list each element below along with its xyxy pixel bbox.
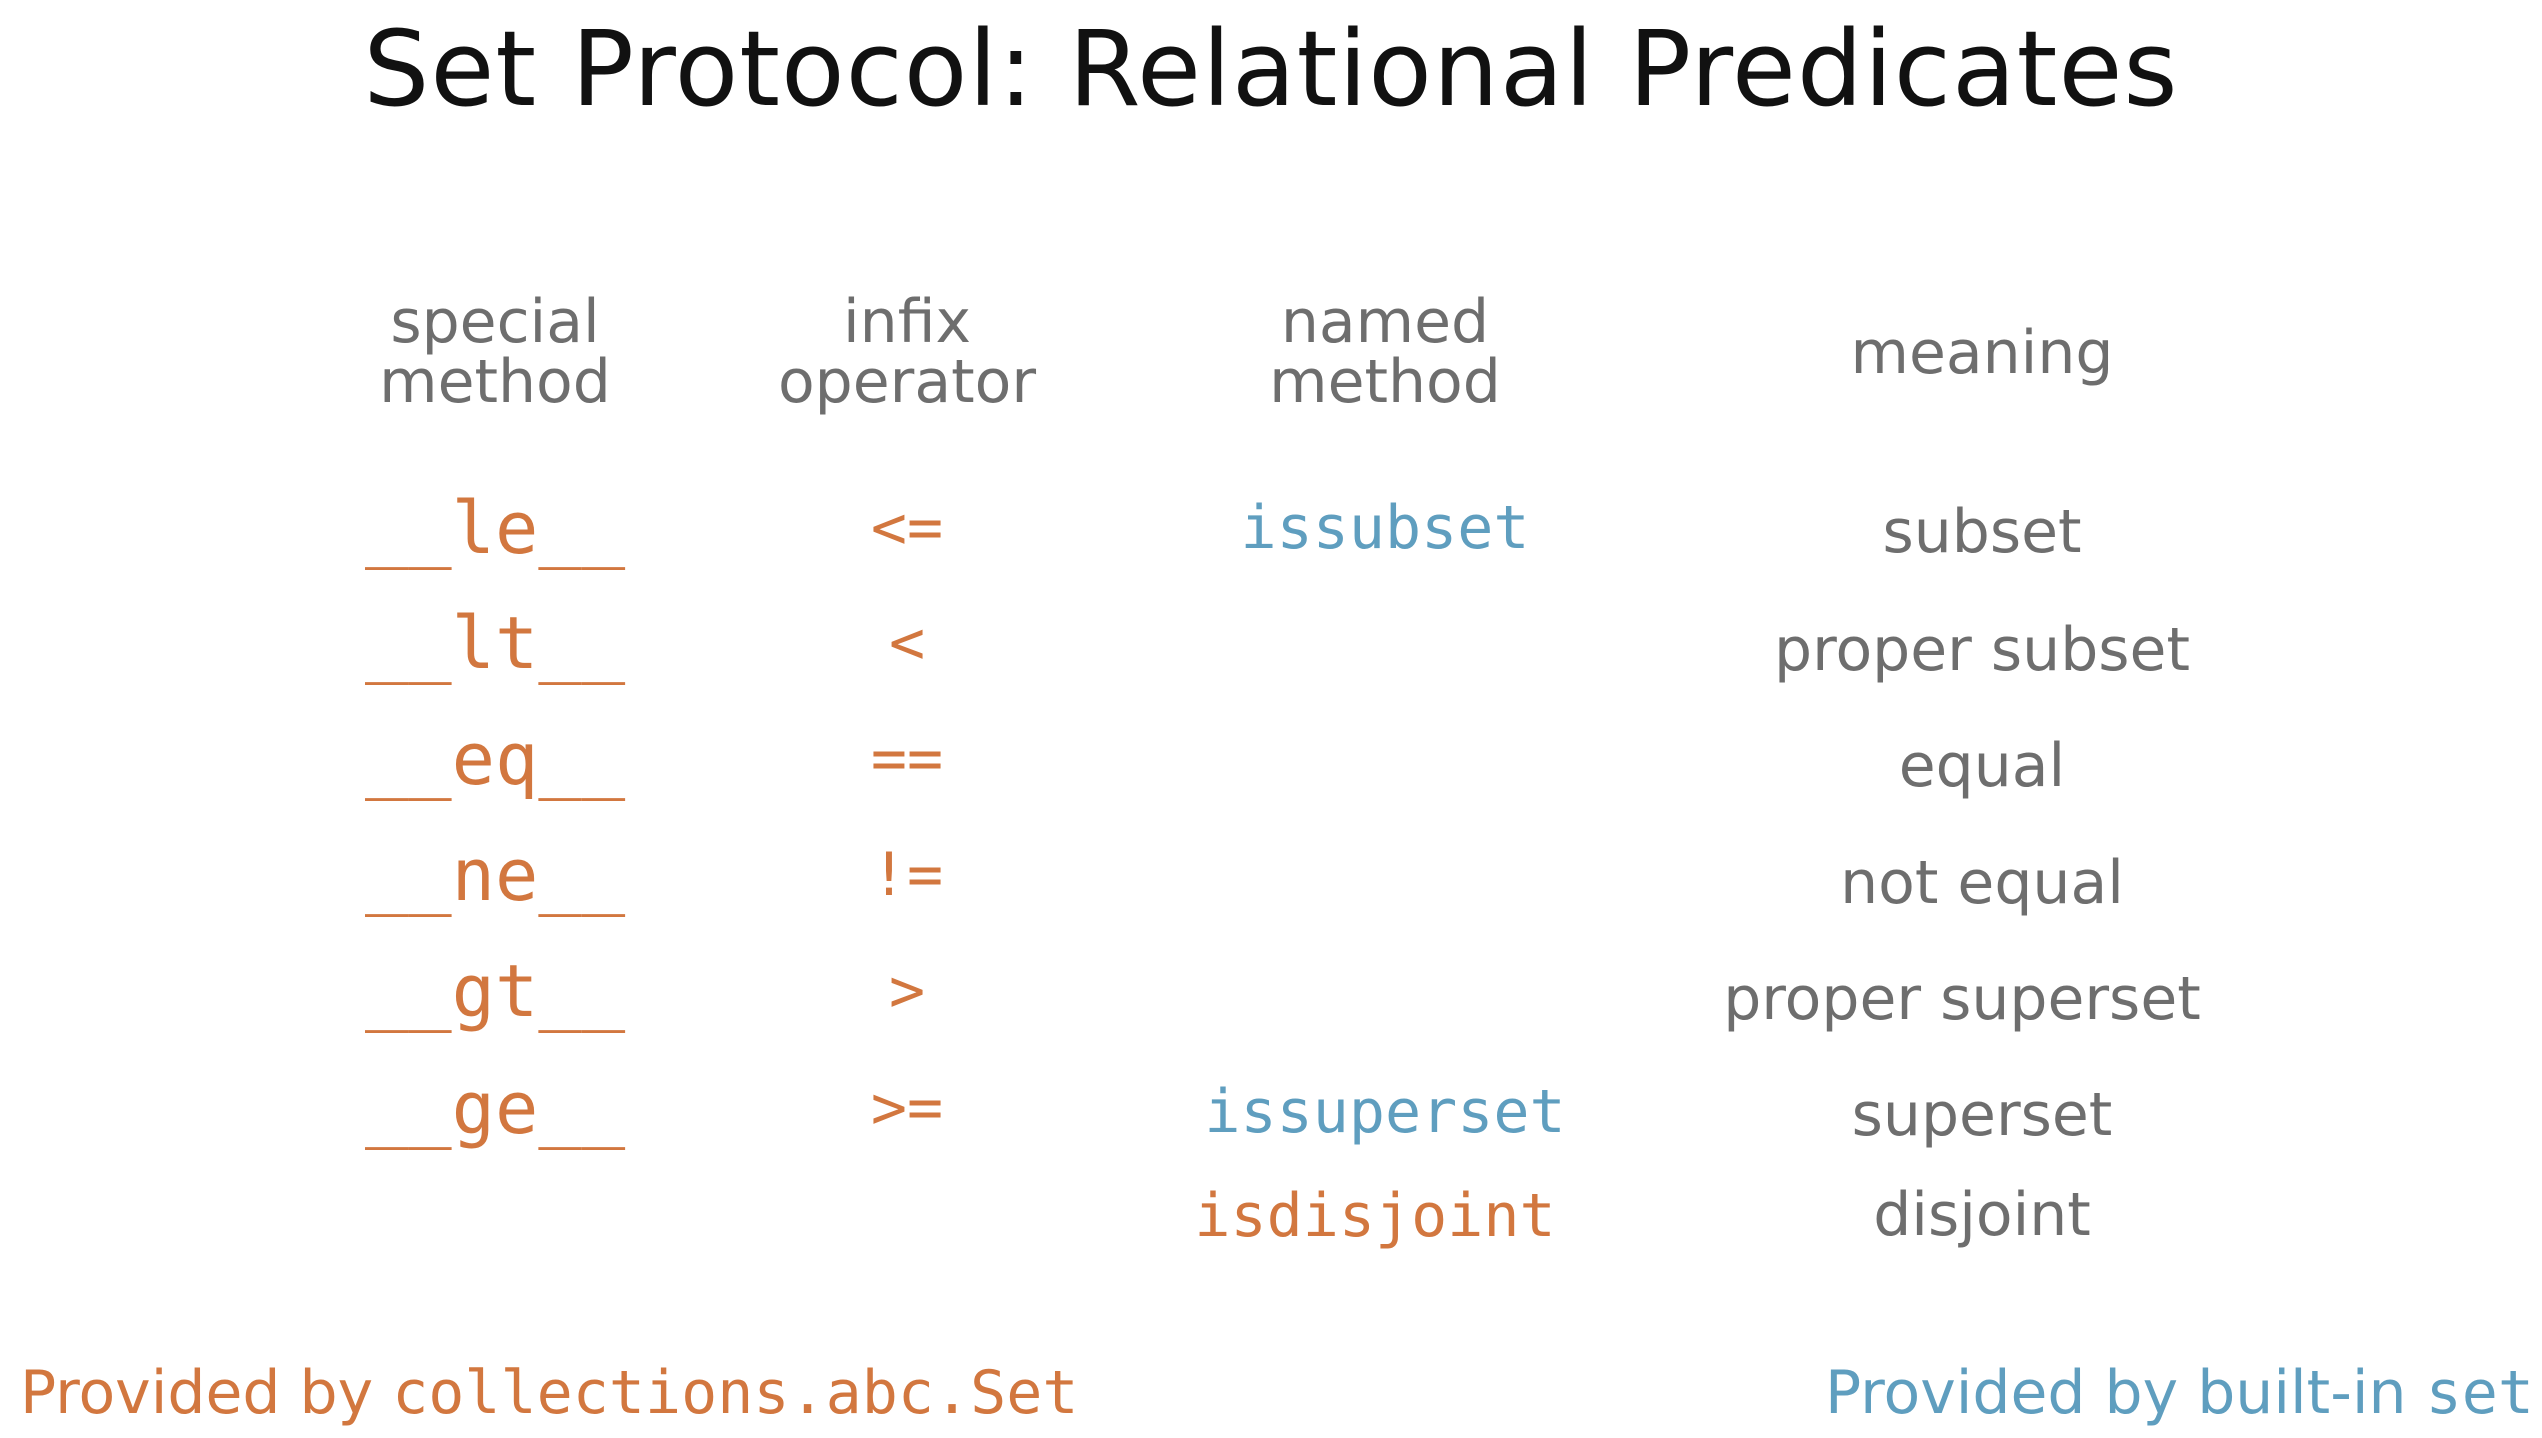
row-ge-special: __ge__: [364, 1066, 626, 1150]
header-special-method: special method: [285, 292, 705, 412]
row-eq-infix: ==: [870, 724, 944, 794]
row-gt-special: __gt__: [364, 949, 626, 1033]
header-infix-line2: operator: [777, 347, 1037, 417]
footer-abc-set-code: collections.abc.Set: [392, 1358, 1079, 1428]
footer-builtin-set-code: set: [2425, 1358, 2534, 1428]
row-lt-special: __lt__: [364, 601, 626, 685]
row-ge-named: issuperset: [1204, 1077, 1566, 1147]
row-ne-meaning: not equal: [1840, 848, 2124, 918]
header-meaning: meaning: [1772, 323, 2192, 383]
row-le-special: __le__: [364, 486, 626, 570]
footer-builtin-set: Provided by built-in set: [1825, 1348, 2534, 1438]
row-le-named: issubset: [1240, 493, 1530, 563]
row-gt-infix: >: [888, 956, 926, 1026]
row-gt-meaning: proper superset: [1723, 964, 2201, 1034]
footer-abc-set: Provided by collections.abc.Set: [20, 1348, 1079, 1438]
row-lt-infix: <: [888, 608, 926, 678]
row-ne-infix: !=: [870, 840, 944, 910]
header-named-line2: method: [1269, 347, 1501, 417]
header-named-method: named method: [1175, 292, 1595, 412]
row-ge-infix: >=: [870, 1073, 944, 1143]
row-eq-special: __eq__: [364, 717, 626, 801]
row-le-meaning: subset: [1882, 497, 2082, 567]
row-ne-special: __ne__: [364, 833, 626, 917]
header-infix-line1: infix: [843, 287, 971, 357]
slide-title: Set Protocol: Relational Predicates: [363, 8, 2179, 130]
footer-builtin-set-prefix: Provided by built-in: [1825, 1358, 2426, 1428]
header-special-line2: method: [379, 347, 611, 417]
header-infix-operator: infix operator: [697, 292, 1117, 412]
row-le-infix: <=: [870, 493, 944, 563]
footer-abc-set-prefix: Provided by: [20, 1358, 393, 1428]
header-meaning-label: meaning: [1850, 318, 2114, 388]
row-eq-meaning: equal: [1898, 731, 2066, 801]
row-ge-meaning: superset: [1851, 1080, 2113, 1150]
row-disjoint-named: isdisjoint: [1194, 1181, 1556, 1251]
header-special-line1: special: [390, 287, 600, 357]
row-lt-meaning: proper subset: [1774, 615, 2190, 685]
row-disjoint-meaning: disjoint: [1873, 1180, 2091, 1250]
header-named-line1: named: [1280, 287, 1490, 357]
